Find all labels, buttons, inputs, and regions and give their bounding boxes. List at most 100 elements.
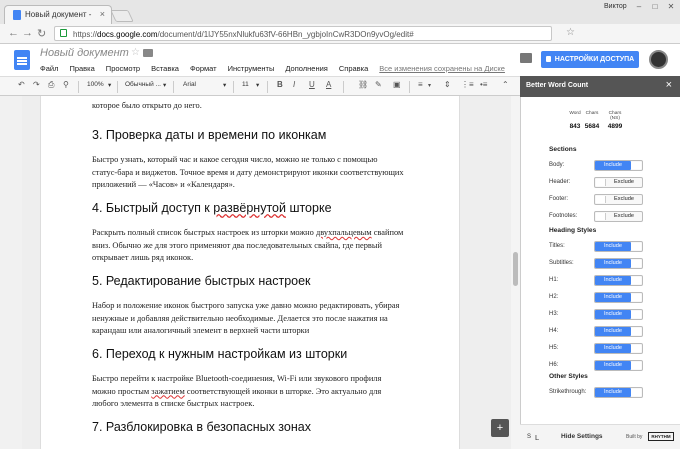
other-styles-title: Other Styles [549, 373, 588, 380]
sections-title: Sections [549, 146, 577, 153]
bold-icon[interactable]: B [277, 80, 283, 89]
url-text: https://docs.google.com/document/d/1lJY5… [73, 30, 414, 39]
menu-tools[interactable]: Инструменты [228, 64, 275, 73]
lock-icon [60, 29, 67, 37]
font-size-select[interactable]: 11 [242, 81, 249, 88]
docs-logo-icon[interactable] [14, 50, 30, 70]
forward-icon[interactable]: → [22, 27, 33, 39]
address-bar-row: ← → ↻ https://docs.google.com/document/d… [0, 24, 680, 44]
chevron-down-icon: ▾ [223, 82, 227, 89]
footnotes-toggle[interactable]: Exclude [594, 211, 643, 222]
document-title[interactable]: Новый документ [40, 47, 129, 59]
paint-format-icon[interactable]: ⚲ [63, 80, 69, 89]
row-label: Footer: [549, 196, 569, 202]
vertical-ruler [0, 96, 22, 449]
menu-insert[interactable]: Вставка [151, 64, 179, 73]
avatar[interactable] [649, 50, 668, 69]
row-label: H5: [549, 345, 559, 351]
profile-name[interactable]: Виктор [604, 3, 627, 10]
line-spacing-icon[interactable]: ⇕ [444, 80, 451, 89]
style-select[interactable]: Обычный ... [125, 81, 161, 88]
h6-toggle[interactable]: Include [594, 360, 643, 371]
heading-5: 5. Редактирование быстрых настроек [92, 274, 311, 288]
comments-icon[interactable] [520, 53, 532, 63]
count-header-chars-ns: Chars (NS) [608, 111, 622, 121]
undo-icon[interactable]: ↶ [18, 80, 25, 89]
back-icon[interactable]: ← [8, 27, 19, 39]
h1-toggle[interactable]: Include [594, 275, 643, 286]
row-label: H1: [549, 277, 559, 283]
image-icon[interactable]: ▣ [393, 80, 401, 89]
underline-icon[interactable]: U [309, 80, 315, 89]
align-icon[interactable]: ≡ [418, 80, 423, 89]
menu-view[interactable]: Просмотр [106, 64, 140, 73]
menu-addons[interactable]: Дополнения [285, 64, 327, 73]
font-large-button[interactable]: L [535, 433, 539, 442]
reload-icon[interactable]: ↻ [37, 27, 46, 40]
share-button[interactable]: НАСТРОЙКИ ДОСТУПА [541, 51, 639, 68]
save-status-link[interactable]: Все изменения сохранены на Диске [379, 64, 505, 73]
sidebar-footer: S L Hide Settings Built by RHYTHM [520, 424, 680, 449]
print-icon[interactable]: ⎙ [48, 80, 54, 90]
italic-icon[interactable]: I [293, 80, 295, 89]
row-label: Header: [549, 179, 571, 185]
chevron-down-icon: ▾ [428, 83, 432, 89]
paragraph: Набор и положение иконок быстрого запуск… [92, 301, 400, 336]
menu-bar: Файл Правка Просмотр Вставка Формат Инструмен… [40, 64, 516, 73]
chars-ns-count-value: 4899 [607, 123, 623, 130]
explore-button[interactable]: + [491, 419, 509, 437]
heading-4: 4. Быстрый доступ к развёрнутой шторке [92, 201, 332, 215]
titles-toggle[interactable]: Include [594, 241, 643, 252]
row-label: H2: [549, 294, 559, 300]
paragraph: Быстро перейти к настройке Bluetooth-сое… [92, 374, 382, 409]
scrollbar-thumb[interactable] [513, 252, 518, 286]
minimize-icon[interactable]: – [632, 2, 646, 12]
h2-toggle[interactable]: Include [594, 292, 643, 303]
header-toggle[interactable]: Exclude [594, 177, 643, 188]
zoom-select[interactable]: 100% [87, 81, 104, 88]
menu-file[interactable]: Файл [40, 64, 58, 73]
row-label: Body: [549, 162, 565, 168]
subtitles-toggle[interactable]: Include [594, 258, 643, 269]
browser-tab[interactable]: Новый документ - × [4, 5, 112, 24]
tab-title: Новый документ - [25, 10, 92, 19]
h5-toggle[interactable]: Include [594, 343, 643, 354]
link-icon[interactable]: ⛓ [358, 80, 368, 89]
numbered-list-icon[interactable]: ⋮≡ [461, 80, 474, 89]
star-icon[interactable]: ☆ [131, 47, 140, 58]
bookmark-star-icon[interactable]: ☆ [566, 27, 575, 38]
count-header-chars: Chars [585, 111, 599, 116]
h4-toggle[interactable]: Include [594, 326, 643, 337]
comment-icon[interactable]: ✎ [375, 80, 382, 89]
docs-header: Новый документ ☆ Файл Правка Просмотр Встав… [0, 44, 680, 76]
menu-edit[interactable]: Правка [69, 64, 94, 73]
redo-icon[interactable]: ↷ [33, 80, 40, 89]
maximize-icon[interactable]: □ [648, 2, 662, 12]
text-color-icon[interactable]: A [326, 80, 331, 89]
chevron-down-icon: ▾ [163, 82, 167, 89]
font-small-button[interactable]: S [527, 434, 531, 440]
h3-toggle[interactable]: Include [594, 309, 643, 320]
footer-toggle[interactable]: Exclude [594, 194, 643, 205]
new-tab-button[interactable] [110, 10, 134, 22]
rhythm-logo[interactable]: RHYTHM [648, 432, 674, 441]
font-select[interactable]: Arial [183, 81, 196, 88]
window-close-icon[interactable]: ✕ [664, 2, 678, 12]
menu-help[interactable]: Справка [339, 64, 368, 73]
tab-close-icon[interactable]: × [100, 9, 105, 19]
menu-format[interactable]: Формат [190, 64, 217, 73]
hide-settings-button[interactable]: Hide Settings [561, 433, 603, 440]
collapse-icon[interactable]: ⌃ [502, 80, 509, 89]
document-page[interactable]: которое было открыто до него. 3. Проверк… [40, 96, 460, 449]
heading-7: 7. Разблокировка в безопасных зонах [92, 420, 311, 434]
sidebar-close-icon[interactable]: × [666, 79, 672, 91]
url-input[interactable]: https://docs.google.com/document/d/1lJY5… [54, 26, 552, 41]
bulleted-list-icon[interactable]: •≡ [480, 80, 487, 89]
folder-icon[interactable] [143, 49, 153, 57]
row-label: H6: [549, 362, 559, 368]
strikethrough-toggle[interactable]: Include [594, 387, 643, 398]
heading-3: 3. Проверка даты и времени по иконкам [92, 128, 327, 142]
chevron-down-icon: ▾ [256, 82, 260, 89]
chevron-down-icon: ▾ [108, 82, 112, 89]
body-toggle[interactable]: Include [594, 160, 643, 171]
